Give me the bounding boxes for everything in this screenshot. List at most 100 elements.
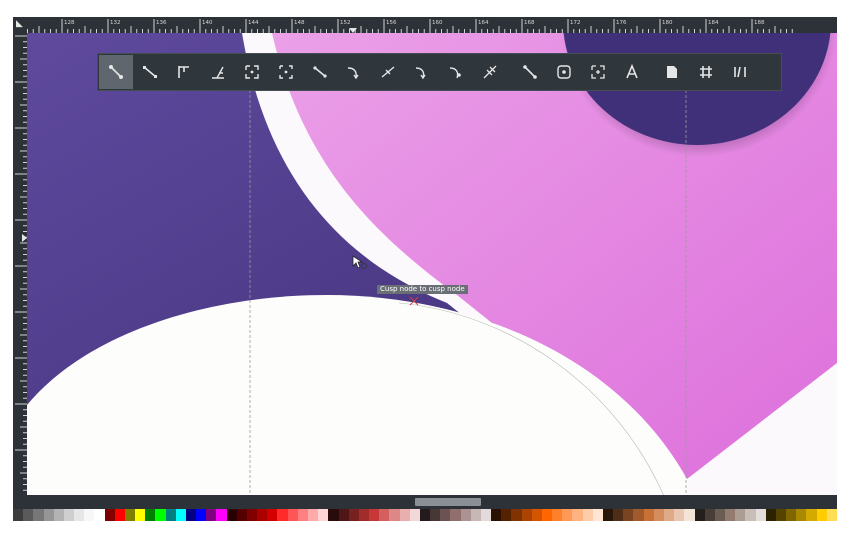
color-swatch[interactable]: [257, 509, 268, 521]
color-swatch[interactable]: [826, 509, 837, 521]
page-border-snap-button[interactable]: [547, 55, 581, 89]
color-swatch[interactable]: [704, 509, 715, 521]
color-swatch[interactable]: [480, 509, 492, 521]
color-swatch[interactable]: [786, 509, 797, 521]
bbox-midpoint-snap-button[interactable]: [269, 55, 303, 89]
bounding-box-snap-button[interactable]: [235, 55, 269, 89]
color-swatch[interactable]: [369, 509, 380, 521]
color-swatch[interactable]: [358, 509, 370, 521]
color-swatch[interactable]: [725, 509, 736, 521]
color-swatch[interactable]: [552, 509, 563, 521]
color-swatch[interactable]: [714, 509, 726, 521]
color-swatch[interactable]: [694, 509, 705, 521]
color-swatch[interactable]: [124, 509, 136, 521]
color-swatch[interactable]: [338, 509, 349, 521]
color-swatch[interactable]: [216, 509, 227, 521]
color-swatch[interactable]: [379, 509, 390, 521]
color-swatch[interactable]: [135, 509, 146, 521]
color-swatch[interactable]: [84, 509, 95, 521]
color-swatch[interactable]: [277, 509, 288, 521]
color-swatch[interactable]: [796, 509, 807, 521]
color-swatch[interactable]: [562, 509, 573, 521]
object-center-snap-button[interactable]: [439, 55, 473, 89]
text-anchor-snap-button[interactable]: [655, 55, 689, 89]
color-swatch[interactable]: [582, 509, 593, 521]
color-swatch[interactable]: [53, 509, 64, 521]
color-swatch[interactable]: [653, 509, 664, 521]
color-swatch[interactable]: [430, 509, 441, 521]
color-swatch[interactable]: [328, 509, 339, 521]
guide-snap-button[interactable]: [615, 55, 649, 89]
color-swatch[interactable]: [470, 509, 481, 521]
color-swatch[interactable]: [196, 509, 207, 521]
color-swatch[interactable]: [755, 509, 766, 521]
color-swatch[interactable]: [491, 509, 502, 521]
color-swatch[interactable]: [43, 509, 54, 521]
color-swatch[interactable]: [399, 509, 410, 521]
drawing-canvas[interactable]: Cusp node to cusp node: [27, 33, 837, 495]
color-swatch[interactable]: [145, 509, 156, 521]
vertical-ruler[interactable]: [13, 33, 27, 495]
tangent-snap-button[interactable]: [201, 55, 235, 89]
color-swatch[interactable]: [307, 509, 319, 521]
line-midpoint-snap-button[interactable]: [405, 55, 439, 89]
color-swatch[interactable]: [33, 509, 44, 521]
color-swatch[interactable]: [531, 509, 542, 521]
color-swatch[interactable]: [104, 509, 115, 521]
color-swatch[interactable]: [318, 509, 329, 521]
color-swatch[interactable]: [267, 509, 278, 521]
horizontal-ruler[interactable]: 128 132 136 140 144 148 152 156 160 164 168 172 176 1…: [27, 17, 837, 33]
color-swatch[interactable]: [501, 509, 512, 521]
color-swatch[interactable]: [348, 509, 359, 521]
color-swatch[interactable]: [816, 509, 827, 521]
color-swatch[interactable]: [246, 509, 258, 521]
color-swatch[interactable]: [409, 509, 420, 521]
color-swatch[interactable]: [572, 509, 583, 521]
color-swatch[interactable]: [13, 509, 24, 521]
color-swatch[interactable]: [633, 509, 644, 521]
grid-snap-button[interactable]: [581, 55, 615, 89]
color-swatch[interactable]: [185, 509, 197, 521]
color-swatch[interactable]: [175, 509, 186, 521]
color-swatch[interactable]: [643, 509, 654, 521]
color-swatch[interactable]: [592, 509, 603, 521]
color-swatch[interactable]: [450, 509, 461, 521]
color-swatch[interactable]: [440, 509, 451, 521]
corner-toggle-icon[interactable]: ◣: [16, 19, 23, 29]
color-swatch[interactable]: [602, 509, 614, 521]
color-swatch[interactable]: [765, 509, 776, 521]
text-baseline-snap-button[interactable]: [513, 55, 547, 89]
color-swatch[interactable]: [460, 509, 471, 521]
path-intersection-snap-button[interactable]: [303, 55, 337, 89]
scrollbar-thumb[interactable]: [415, 498, 481, 506]
ruler-corner[interactable]: ◣: [13, 17, 27, 33]
color-swatch[interactable]: [511, 509, 522, 521]
color-swatch[interactable]: [521, 509, 532, 521]
smooth-node-snap-button[interactable]: [371, 55, 405, 89]
color-swatch[interactable]: [664, 509, 675, 521]
color-swatch[interactable]: [613, 509, 624, 521]
color-swatch[interactable]: [297, 509, 308, 521]
color-swatch[interactable]: [23, 509, 34, 521]
color-swatch[interactable]: [206, 509, 217, 521]
color-swatch[interactable]: [63, 509, 75, 521]
node-to-node-snap-button[interactable]: [99, 55, 133, 89]
color-swatch[interactable]: [541, 509, 553, 521]
path-snap-button[interactable]: [133, 55, 167, 89]
color-swatch[interactable]: [389, 509, 400, 521]
color-swatch[interactable]: [735, 509, 746, 521]
color-swatch[interactable]: [674, 509, 685, 521]
cusp-node-snap-button[interactable]: [337, 55, 371, 89]
page-snap-button[interactable]: [689, 55, 723, 89]
color-swatch[interactable]: [806, 509, 817, 521]
color-swatch[interactable]: [155, 509, 166, 521]
color-swatch[interactable]: [775, 509, 787, 521]
rotation-center-snap-button[interactable]: [473, 55, 507, 89]
horizontal-scrollbar[interactable]: [27, 495, 837, 509]
perpendicular-snap-button[interactable]: [167, 55, 201, 89]
color-swatch[interactable]: [236, 509, 247, 521]
grid-toggle-button[interactable]: [723, 55, 757, 89]
color-swatch[interactable]: [684, 509, 695, 521]
color-swatch[interactable]: [419, 509, 431, 521]
color-swatch[interactable]: [74, 509, 85, 521]
